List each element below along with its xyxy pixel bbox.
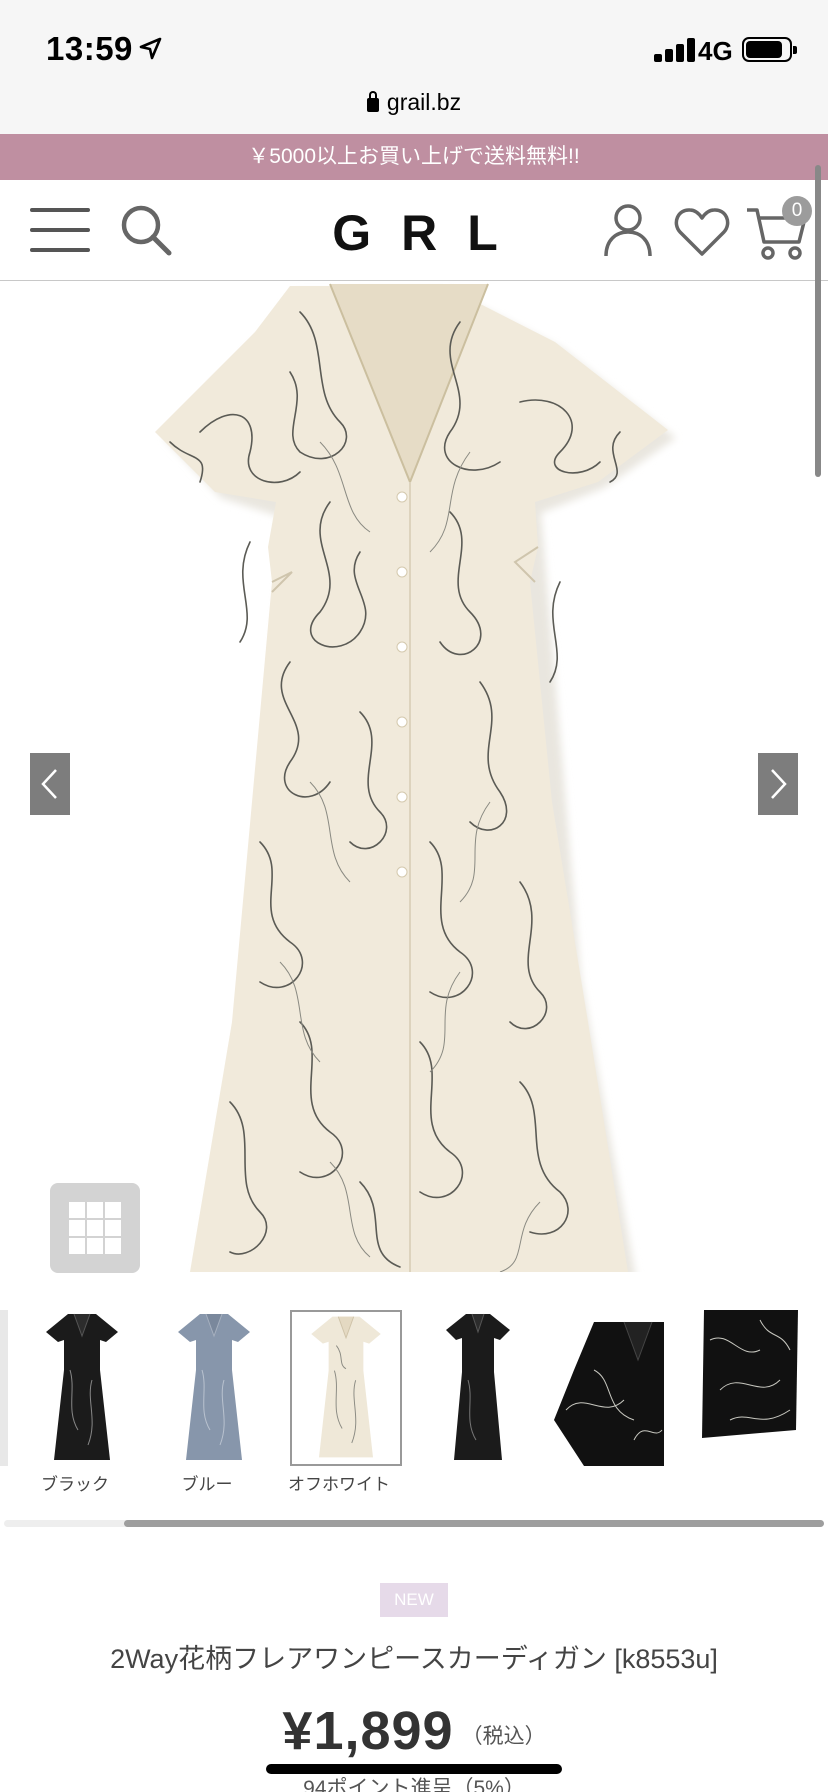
url-text[interactable]: grail.bz (387, 91, 461, 114)
network-label: 4G (698, 36, 733, 66)
thumbnail-detail-image (554, 1310, 666, 1466)
battery-icon (742, 37, 797, 62)
points-note: 94ポイント進呈（5%） (303, 1777, 525, 1792)
thumbnail-blue[interactable] (158, 1310, 270, 1466)
thumbnail-black-alt[interactable] (422, 1310, 534, 1466)
cart-count-badge: 0 (782, 196, 812, 226)
thumbnail-dress-image (46, 1313, 118, 1460)
site-header: GRL (0, 180, 828, 281)
promo-banner[interactable]: ￥5000以上お買い上げで送料無料!! (0, 134, 828, 180)
site-logo[interactable]: GRL (300, 204, 530, 262)
thumbnail-fabric-detail[interactable] (700, 1310, 800, 1466)
tax-note: （税込） (461, 1725, 546, 1748)
lock-icon (366, 91, 379, 112)
thumbnail-dress-image (311, 1316, 381, 1458)
price-row: ¥1,899 （税込） (0, 1700, 828, 1762)
status-bar: 13:59 4G (0, 0, 828, 92)
chevron-right-icon (771, 769, 787, 799)
user-icon[interactable] (603, 202, 653, 258)
next-image-button[interactable] (758, 753, 798, 815)
thumbnail-dress-image (178, 1313, 250, 1460)
battery-level (746, 41, 782, 58)
product-price: ¥1,899 (282, 1701, 454, 1761)
chevron-left-icon (41, 769, 57, 799)
dress-image (155, 283, 676, 1272)
thumbnail-label: ブラック (41, 1475, 109, 1494)
url-bar[interactable]: grail.bz (0, 91, 828, 134)
menu-icon[interactable] (30, 206, 90, 254)
location-arrow-icon (139, 37, 162, 60)
thumbnail-black[interactable] (26, 1310, 138, 1466)
thumbnail-dress-image (446, 1313, 510, 1460)
thumbnail-offwhite[interactable] (290, 1310, 402, 1466)
new-badge: NEW (380, 1583, 448, 1617)
product-title: 2Way花柄フレアワンピースカーディガン [k8553u] (110, 1644, 718, 1674)
status-time: 13:59 (46, 30, 133, 67)
search-icon[interactable] (118, 202, 174, 258)
thumbnail-label: ブルー (181, 1475, 233, 1494)
thumb-edge (0, 1310, 8, 1466)
thumbnail-detail-image (700, 1310, 800, 1466)
thumbnail-label: オフホワイト (288, 1475, 390, 1494)
grid-view-button[interactable] (50, 1183, 140, 1273)
thumbnail-scrollbar[interactable] (124, 1520, 824, 1527)
home-indicator[interactable] (266, 1764, 562, 1774)
page-scrollbar[interactable] (815, 165, 821, 477)
thumbnail-sleeve-detail[interactable] (554, 1310, 666, 1466)
color-thumbnails: ブラック ブルー オフホワイト (0, 1310, 828, 1510)
heart-icon[interactable] (674, 206, 730, 258)
prev-image-button[interactable] (30, 753, 70, 815)
product-image[interactable] (0, 282, 828, 1272)
